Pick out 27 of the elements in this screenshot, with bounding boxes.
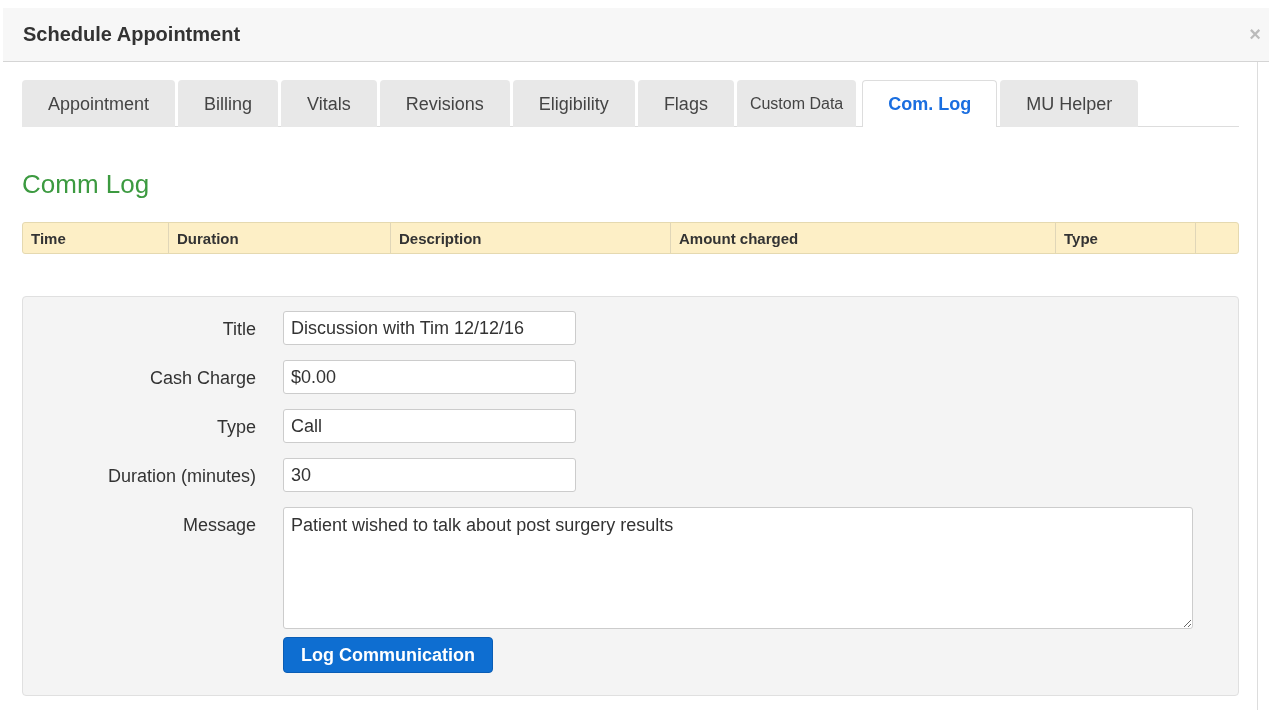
- column-header: Duration: [169, 223, 391, 253]
- tab[interactable]: Vitals: [281, 80, 377, 127]
- field-label: Duration (minutes): [106, 465, 256, 487]
- column-header: Type: [1056, 223, 1196, 253]
- section-heading: Comm Log: [22, 169, 151, 200]
- column-header: Description: [391, 223, 671, 253]
- field-label: Type: [215, 416, 256, 438]
- log-communication-button[interactable]: Log Communication: [283, 637, 493, 673]
- tab[interactable]: MU Helper: [1000, 80, 1139, 127]
- tab[interactable]: Com. Log: [862, 80, 998, 127]
- input-field[interactable]: $0.00: [283, 360, 576, 394]
- column-header: Time: [23, 223, 169, 253]
- field-label: Cash Charge: [148, 367, 256, 389]
- tab[interactable]: Billing: [178, 80, 279, 127]
- tab[interactable]: Eligibility: [512, 80, 635, 127]
- field-label: Message: [181, 514, 256, 536]
- input-field[interactable]: Call: [283, 409, 576, 443]
- tab[interactable]: Revisions: [379, 80, 510, 127]
- message-field[interactable]: Patient wished to talk about post surgery results: [283, 507, 1193, 629]
- column-header: Amount charged: [671, 223, 1056, 253]
- field-label: Title: [221, 318, 256, 340]
- tab[interactable]: Flags: [637, 80, 734, 127]
- tab[interactable]: Appointment: [22, 80, 176, 127]
- input-field[interactable]: Discussion with Tim 12/12/16: [283, 311, 576, 345]
- tab[interactable]: Custom Data: [736, 80, 857, 127]
- dialog-title: Schedule Appointment: [23, 23, 241, 46]
- input-field[interactable]: 30: [283, 458, 576, 492]
